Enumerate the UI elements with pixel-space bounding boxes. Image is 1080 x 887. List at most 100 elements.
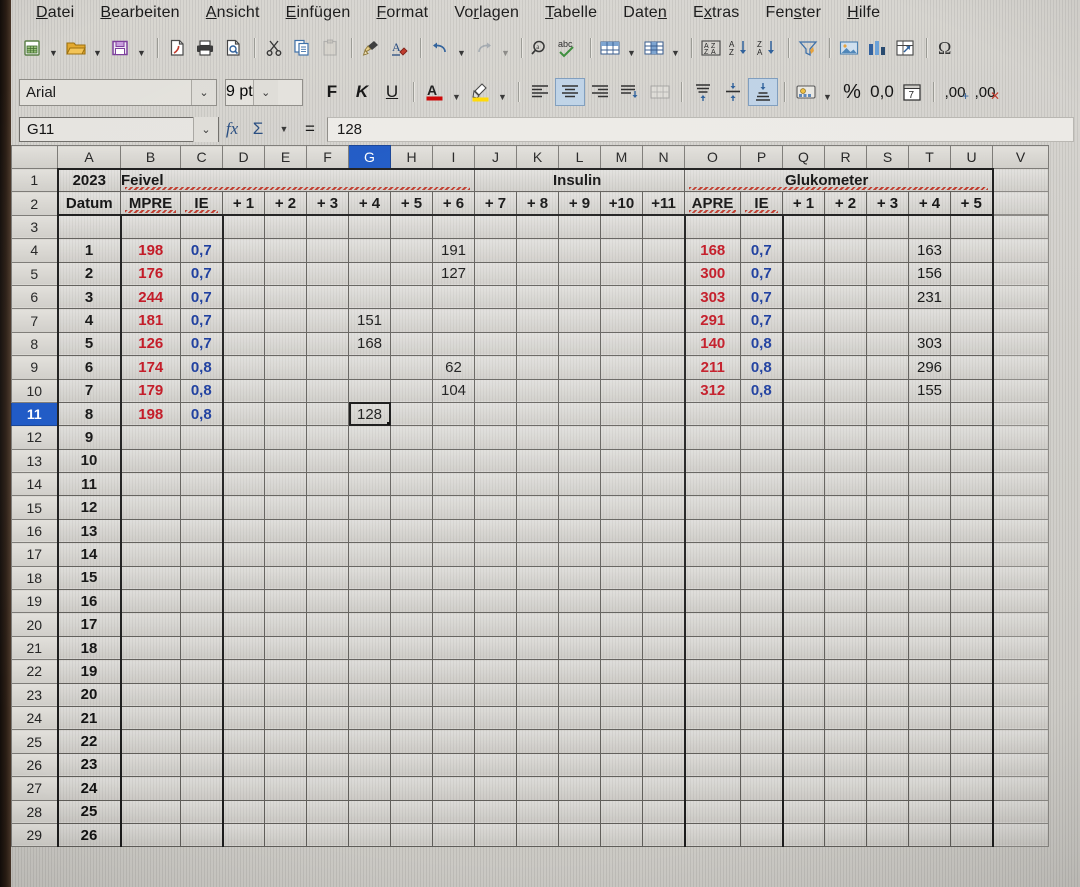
cell-T19[interactable] xyxy=(908,589,951,614)
cell-L12[interactable] xyxy=(558,425,601,450)
cell-P28[interactable] xyxy=(740,799,784,824)
cell-G22[interactable] xyxy=(348,659,391,684)
paste-icon[interactable] xyxy=(317,35,343,61)
cell-S7[interactable] xyxy=(866,308,909,333)
cell-I3[interactable] xyxy=(432,214,475,240)
cell-D14[interactable] xyxy=(222,472,265,497)
menu-item-ansicht[interactable]: Ansicht xyxy=(193,4,273,22)
cell-B15[interactable] xyxy=(119,495,181,520)
cell-V3[interactable] xyxy=(992,214,1049,240)
cell-M10[interactable] xyxy=(600,378,643,403)
cell-R24[interactable] xyxy=(824,705,867,731)
cell-H29[interactable] xyxy=(390,822,433,848)
cell-U14[interactable] xyxy=(950,472,994,497)
cell-J24[interactable] xyxy=(474,705,517,731)
cell-T27[interactable] xyxy=(908,776,951,801)
column-header-b[interactable]: B xyxy=(120,145,181,169)
cell-U13[interactable] xyxy=(950,448,994,474)
cell-P19[interactable] xyxy=(740,589,784,614)
cell-O10[interactable]: 312 xyxy=(683,378,741,403)
cell-D28[interactable] xyxy=(222,799,265,824)
cell-U24[interactable] xyxy=(950,705,994,731)
cell-T9[interactable]: 296 xyxy=(908,355,951,380)
cell-M25[interactable] xyxy=(600,729,643,754)
cell-H24[interactable] xyxy=(390,705,433,731)
cell-N11[interactable] xyxy=(642,401,685,427)
cell-D23[interactable] xyxy=(222,682,265,707)
save-dropdown-arrow[interactable]: ▼ xyxy=(135,32,148,64)
cell-C22[interactable] xyxy=(180,659,224,684)
cell-N13[interactable] xyxy=(642,448,685,474)
cell-L21[interactable] xyxy=(558,635,601,661)
cell-M29[interactable] xyxy=(600,822,643,848)
cell-U7[interactable] xyxy=(950,308,994,333)
equals-icon[interactable]: = xyxy=(297,116,323,142)
cell-O17[interactable] xyxy=(683,542,741,567)
cell-Q14[interactable] xyxy=(782,472,825,497)
cell-J21[interactable] xyxy=(474,635,517,661)
cell-B2[interactable]: MPRE xyxy=(120,191,181,217)
cell-V12[interactable] xyxy=(992,425,1049,450)
cell-S17[interactable] xyxy=(866,542,909,567)
font-name-combobox[interactable]: Arial ⌄ xyxy=(19,78,217,106)
cell-G6[interactable] xyxy=(348,284,391,310)
cell-U5[interactable] xyxy=(950,261,994,286)
cell-O7[interactable]: 291 xyxy=(683,308,741,333)
cell-S20[interactable] xyxy=(866,612,909,637)
column-header-k[interactable]: K xyxy=(516,145,559,169)
cell-C2[interactable]: IE xyxy=(180,191,223,217)
cell-N15[interactable] xyxy=(642,495,685,520)
column-header-t[interactable]: T xyxy=(908,145,951,169)
cell-K29[interactable] xyxy=(516,822,559,848)
cell-J25[interactable] xyxy=(474,729,517,754)
cell-O24[interactable] xyxy=(683,705,741,731)
row-header-23[interactable]: 23 xyxy=(11,682,58,707)
cell-M15[interactable] xyxy=(600,495,643,520)
cell-H25[interactable] xyxy=(390,729,433,754)
cell-S15[interactable] xyxy=(866,495,909,520)
cell-E25[interactable] xyxy=(264,729,307,754)
cell-U9[interactable] xyxy=(950,355,994,380)
cell-E12[interactable] xyxy=(264,425,307,450)
column-header-r[interactable]: R xyxy=(824,145,867,169)
cell-T12[interactable] xyxy=(908,425,951,450)
cell-C17[interactable] xyxy=(180,542,224,567)
cell-D4[interactable] xyxy=(222,238,265,263)
cell-T29[interactable] xyxy=(908,822,951,848)
cell-insulin-title[interactable]: Insulin xyxy=(474,167,685,193)
cell-C6[interactable]: 0,7 xyxy=(180,284,224,310)
cell-I26[interactable] xyxy=(432,752,475,778)
cell-Q22[interactable] xyxy=(782,659,825,684)
column-header-d[interactable]: D xyxy=(222,145,265,169)
cell-E22[interactable] xyxy=(264,659,307,684)
cut-icon[interactable] xyxy=(261,35,287,61)
align-top-icon[interactable] xyxy=(688,78,718,106)
cell-J19[interactable] xyxy=(474,589,517,614)
cell-B6[interactable]: 244 xyxy=(119,284,181,310)
cell-D29[interactable] xyxy=(222,822,265,848)
cell-S2[interactable]: + 3 xyxy=(866,191,909,217)
cell-A29[interactable]: 26 xyxy=(56,822,121,848)
cell-A1[interactable]: 2023 xyxy=(56,167,121,193)
row-header-27[interactable]: 27 xyxy=(11,776,58,801)
cell-F28[interactable] xyxy=(306,799,349,824)
print-preview-icon[interactable] xyxy=(220,35,246,61)
column-header-j[interactable]: J xyxy=(474,145,517,169)
cell-G8[interactable]: 168 xyxy=(348,331,391,357)
cell-F6[interactable] xyxy=(306,284,349,310)
cell-G4[interactable] xyxy=(348,238,391,263)
cell-E7[interactable] xyxy=(264,308,307,333)
row-header-20[interactable]: 20 xyxy=(11,612,58,637)
row-header-22[interactable]: 22 xyxy=(11,659,58,684)
clear-formatting-icon[interactable]: A xyxy=(386,35,412,61)
row-header-15[interactable]: 15 xyxy=(11,495,58,520)
cell-Q10[interactable] xyxy=(782,378,825,403)
align-middle-icon[interactable] xyxy=(718,78,748,106)
cell-A24[interactable]: 21 xyxy=(56,705,121,731)
cell-R21[interactable] xyxy=(824,635,867,661)
cell-F12[interactable] xyxy=(306,425,349,450)
cell-V20[interactable] xyxy=(992,612,1049,637)
cell-I11[interactable] xyxy=(432,401,475,427)
number-format-icon[interactable]: 0,0 xyxy=(867,78,897,106)
cell-V14[interactable] xyxy=(992,472,1049,497)
